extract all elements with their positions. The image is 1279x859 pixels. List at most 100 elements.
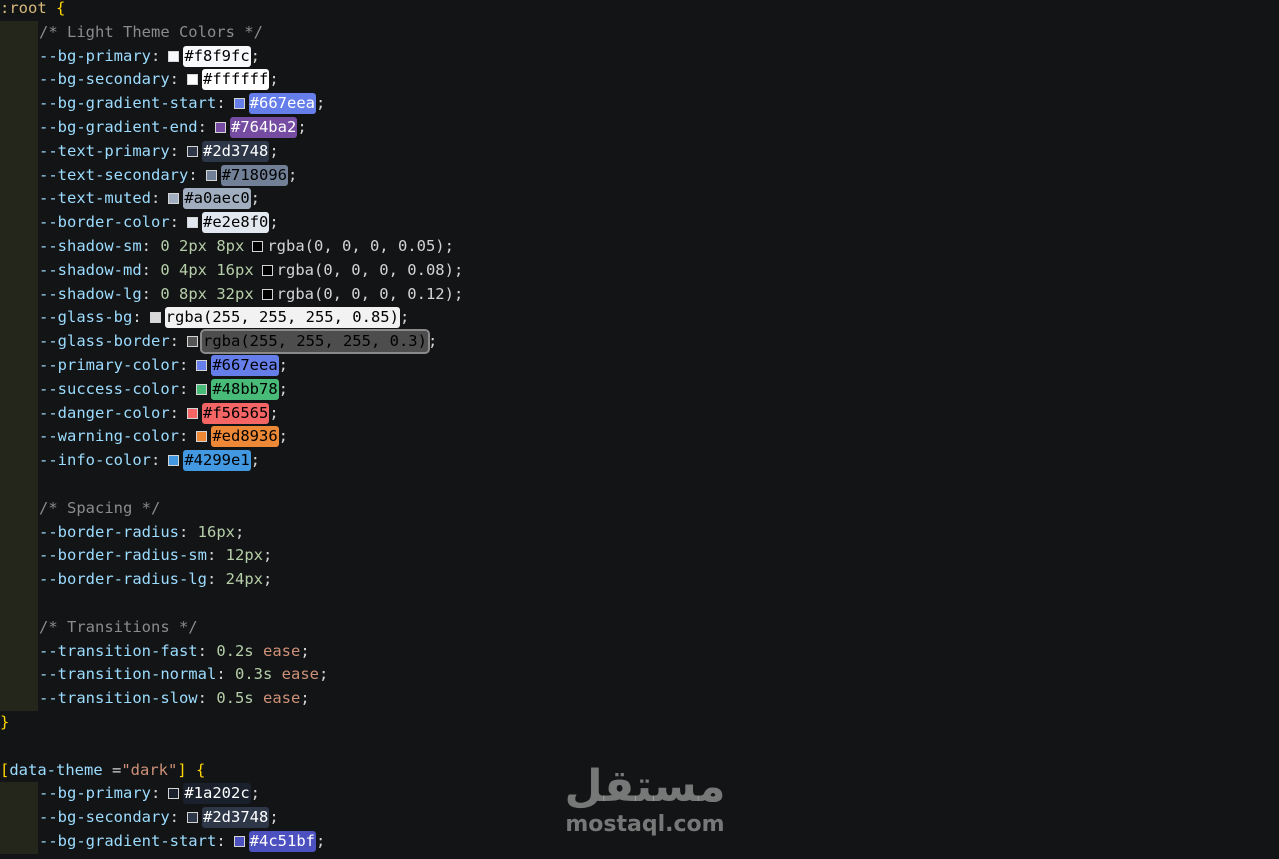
open-brace: { — [56, 0, 66, 17]
color-swatch-icon — [261, 264, 273, 276]
color-value: #667eea — [211, 355, 279, 376]
colon: : — [206, 546, 226, 565]
css-variable-line[interactable]: --bg-secondary: #ffffff; — [0, 68, 1279, 93]
close-brace-line[interactable]: } — [0, 711, 1279, 735]
semicolon: ; — [315, 94, 326, 113]
semicolon: ; — [262, 570, 273, 589]
transition-variable-line[interactable]: --transition-normal: 0.3s ease; — [0, 663, 1279, 688]
semicolon: ; — [250, 451, 260, 470]
colon: : — [216, 832, 226, 850]
semicolon: ; — [234, 522, 245, 541]
indent-guide — [0, 68, 38, 93]
indent-guide — [0, 639, 38, 664]
line-content: --bg-gradient-start: #4c51bf; — [39, 830, 325, 854]
root-selector-line[interactable]: :root { — [0, 0, 1279, 21]
shadow-variable-line[interactable]: --shadow-md: 0 4px 16px rgba(0, 0, 0, 0.0… — [0, 258, 1279, 283]
css-variable-line[interactable]: --primary-color: #667eea; — [0, 354, 1279, 378]
colon: : — [169, 141, 179, 160]
glass-variable-line[interactable]: --glass-border: rgba(255, 255, 255, 0.3); — [0, 329, 1279, 355]
blank-line[interactable] — [0, 592, 1279, 616]
indent-guide — [0, 401, 38, 426]
line-content: --bg-primary: #1a202c; — [39, 782, 260, 806]
color-swatch-icon — [187, 812, 198, 824]
semicolon: ; — [278, 379, 288, 398]
css-variable-line[interactable]: --text-primary: #2d3748; — [0, 139, 1279, 164]
variable-name: --shadow-sm — [39, 237, 142, 255]
line-content: --text-secondary: #718096; — [39, 164, 297, 188]
css-variable-line[interactable]: --bg-gradient-end: #764ba2; — [0, 116, 1279, 140]
semicolon: ; — [318, 665, 329, 684]
semicolon: ; — [250, 46, 260, 65]
indent-guide — [0, 211, 38, 235]
color-swatch-icon — [168, 788, 180, 800]
variable-name: --bg-primary — [39, 784, 151, 803]
transition-variable-line[interactable]: --transition-slow: 0.5s ease; — [0, 687, 1279, 711]
colon: : — [178, 522, 198, 541]
line-content: --danger-color: #f56565; — [39, 402, 279, 426]
variable-name: --glass-bg — [39, 308, 133, 327]
semicolon: ; — [278, 427, 288, 446]
blank-line[interactable] — [0, 473, 1279, 497]
css-variable-line[interactable]: --bg-primary: #f8f9fc; — [0, 44, 1279, 69]
comment-line[interactable]: /* Transitions */ — [0, 615, 1279, 640]
color-swatch-icon — [233, 836, 245, 847]
color-swatch-icon — [196, 383, 208, 395]
semicolon: ; — [269, 808, 279, 827]
variable-name: --bg-gradient-start — [39, 94, 217, 113]
indent-guide — [0, 473, 38, 497]
css-variable-line[interactable]: --bg-gradient-start: #667eea; — [0, 92, 1279, 116]
code-editor[interactable]: :root {/* Light Theme Colors */--bg-prim… — [0, 0, 1279, 859]
colon: : — [141, 260, 161, 279]
css-variable-line[interactable]: --text-secondary: #718096; — [0, 163, 1279, 188]
spacing-variable-line[interactable]: --border-radius-lg: 24px; — [0, 568, 1279, 592]
variable-name: --bg-gradient-start — [39, 832, 217, 850]
colon: : — [150, 46, 161, 65]
semicolon: ; — [300, 689, 310, 708]
line-content: /* Spacing */ — [39, 497, 160, 521]
css-variable-line[interactable]: --text-muted: #a0aec0; — [0, 187, 1279, 212]
shadow-variable-line[interactable]: --shadow-sm: 0 2px 8px rgba(0, 0, 0, 0.05… — [0, 235, 1279, 259]
colon: : — [197, 641, 217, 660]
css-variable-line[interactable]: --warning-color: #ed8936; — [0, 425, 1279, 450]
glass-variable-line[interactable]: --glass-bg: rgba(255, 255, 255, 0.85); — [0, 306, 1279, 331]
color-swatch-icon — [196, 431, 208, 443]
duration-value: 0.5s — [216, 689, 254, 708]
comment-line[interactable]: /* Spacing */ — [0, 496, 1279, 521]
css-variable-line[interactable]: --danger-color: #f56565; — [0, 401, 1279, 426]
css-variable-line[interactable]: --info-color: #4299e1; — [0, 449, 1279, 473]
watermark: مستقل mostaql.com — [560, 762, 730, 842]
spacing-variable-line[interactable]: --border-radius-sm: 12px; — [0, 544, 1279, 569]
color-value: #48bb78 — [211, 378, 279, 400]
line-content: /* Light Theme Colors */ — [39, 21, 263, 45]
transition-variable-line[interactable]: --transition-fast: 0.2s ease; — [0, 639, 1279, 664]
semicolon: ; — [287, 165, 298, 184]
spacing-variable-line[interactable]: --border-radius: 16px; — [0, 520, 1279, 545]
line-content: --info-color: #4299e1; — [39, 449, 260, 473]
line-content: --glass-border: rgba(255, 255, 255, 0.3); — [39, 329, 437, 355]
watermark-text: mostaql.com — [565, 812, 725, 837]
variable-name: --transition-slow — [39, 689, 198, 708]
number-value: 12px — [225, 546, 263, 565]
indent-guide — [0, 830, 38, 854]
color-swatch-icon — [187, 336, 198, 348]
indent-guide — [0, 544, 38, 569]
blank-line[interactable] — [0, 735, 1279, 759]
css-variable-line[interactable]: --border-color: #e2e8f0; — [0, 211, 1279, 235]
css-variable-line[interactable]: --success-color: #48bb78; — [0, 377, 1279, 402]
line-content: --border-color: #e2e8f0; — [39, 211, 279, 235]
indent-guide — [0, 806, 38, 830]
line-content: --border-radius-sm: 12px; — [39, 544, 272, 568]
line-content: --warning-color: #ed8936; — [39, 425, 288, 449]
indent-guide — [0, 235, 38, 259]
variable-name: --primary-color — [39, 356, 179, 374]
color-swatch-icon — [233, 98, 245, 110]
colon: : — [197, 689, 217, 708]
line-content: --bg-gradient-start: #667eea; — [39, 92, 325, 116]
variable-name: --text-primary — [39, 141, 170, 160]
indent-guide — [0, 20, 38, 45]
line-content: :root { — [0, 0, 65, 21]
line-content: --success-color: #48bb78; — [39, 378, 288, 402]
shadow-variable-line[interactable]: --shadow-lg: 0 8px 32px rgba(0, 0, 0, 0.1… — [0, 282, 1279, 307]
comment-line[interactable]: /* Light Theme Colors */ — [0, 20, 1279, 45]
variable-name: --bg-secondary — [39, 808, 170, 827]
